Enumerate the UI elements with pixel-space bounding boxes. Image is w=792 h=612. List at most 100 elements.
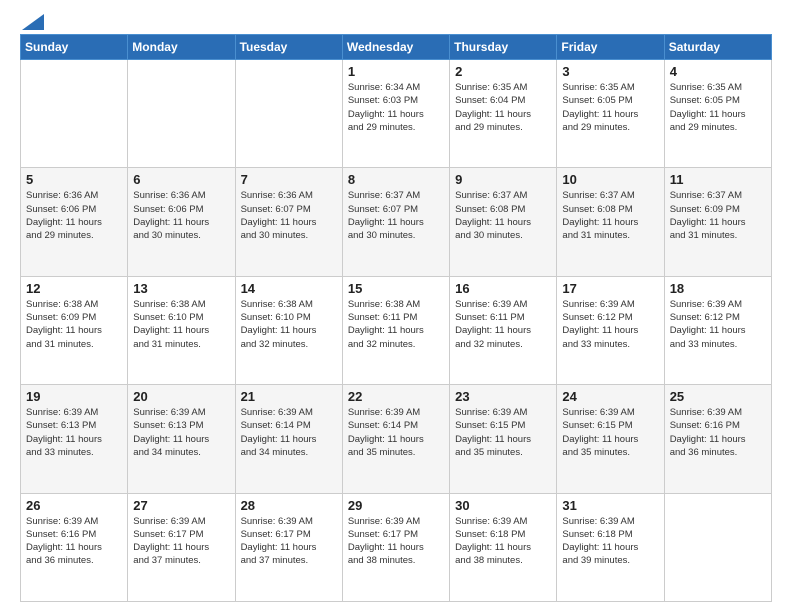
- day-cell: 30Sunrise: 6:39 AM Sunset: 6:18 PM Dayli…: [450, 493, 557, 601]
- day-info: Sunrise: 6:39 AM Sunset: 6:14 PM Dayligh…: [241, 406, 337, 459]
- weekday-header-sunday: Sunday: [21, 35, 128, 60]
- day-info: Sunrise: 6:38 AM Sunset: 6:11 PM Dayligh…: [348, 298, 444, 351]
- day-cell: [664, 493, 771, 601]
- day-cell: 17 Sunrise: 6:39 AM Sunset: 6:12 PM Dayli…: [557, 276, 664, 384]
- day-cell: 15 Sunrise: 6:38 AM Sunset: 6:11 PM Dayli…: [342, 276, 449, 384]
- day-info: Sunrise: 6:37 AM Sunset: 6:08 PM Dayligh…: [455, 189, 551, 242]
- day-cell: 23 Sunrise: 6:39 AM Sunset: 6:15 PM Dayli…: [450, 385, 557, 493]
- day-info: Sunrise: 6:37 AM Sunset: 6:07 PM Dayligh…: [348, 189, 444, 242]
- day-number: 25: [670, 389, 766, 404]
- week-row-4: 26 Sunrise: 6:39 AM Sunset: 6:16 PM Dayli…: [21, 493, 772, 601]
- day-number: 26: [26, 498, 122, 513]
- day-number: 13: [133, 281, 229, 296]
- day-cell: 1 Sunrise: 6:34 AM Sunset: 6:03 PM Daylig…: [342, 60, 449, 168]
- day-info: Sunrise: 6:35 AM Sunset: 6:05 PM Dayligh…: [670, 81, 766, 134]
- day-cell: 8Sunrise: 6:37 AM Sunset: 6:07 PM Daylig…: [342, 168, 449, 276]
- day-number: 23: [455, 389, 551, 404]
- day-cell: 16 Sunrise: 6:39 AM Sunset: 6:11 PM Dayli…: [450, 276, 557, 384]
- week-row-1: 5 Sunrise: 6:36 AM Sunset: 6:06 PM Daylig…: [21, 168, 772, 276]
- day-number: 28: [241, 498, 337, 513]
- weekday-header-wednesday: Wednesday: [342, 35, 449, 60]
- weekday-header-row: SundayMondayTuesdayWednesdayThursdayFrid…: [21, 35, 772, 60]
- day-info: Sunrise: 6:39 AM Sunset: 6:16 PM Dayligh…: [670, 406, 766, 459]
- day-cell: 28 Sunrise: 6:39 AM Sunset: 6:17 PM Dayli…: [235, 493, 342, 601]
- day-info: Sunrise: 6:39 AM Sunset: 6:16 PM Dayligh…: [26, 515, 122, 568]
- day-number: 16: [455, 281, 551, 296]
- week-row-2: 12 Sunrise: 6:38 AM Sunset: 6:09 PM Dayli…: [21, 276, 772, 384]
- day-number: 14: [241, 281, 337, 296]
- day-info: Sunrise: 6:39 AM Sunset: 6:15 PM Dayligh…: [455, 406, 551, 459]
- header: [20, 16, 772, 26]
- day-cell: 24 Sunrise: 6:39 AM Sunset: 6:15 PM Dayli…: [557, 385, 664, 493]
- day-cell: 14 Sunrise: 6:38 AM Sunset: 6:10 PM Dayli…: [235, 276, 342, 384]
- day-number: 24: [562, 389, 658, 404]
- day-info: Sunrise: 6:39 AM Sunset: 6:13 PM Dayligh…: [26, 406, 122, 459]
- day-number: 9: [455, 172, 551, 187]
- day-cell: 6 Sunrise: 6:36 AM Sunset: 6:06 PM Daylig…: [128, 168, 235, 276]
- day-info: Sunrise: 6:37 AM Sunset: 6:09 PM Dayligh…: [670, 189, 766, 242]
- day-cell: 7Sunrise: 6:36 AM Sunset: 6:07 PM Daylig…: [235, 168, 342, 276]
- day-info: Sunrise: 6:38 AM Sunset: 6:09 PM Dayligh…: [26, 298, 122, 351]
- day-number: 20: [133, 389, 229, 404]
- calendar: SundayMondayTuesdayWednesdayThursdayFrid…: [20, 34, 772, 602]
- day-info: Sunrise: 6:37 AM Sunset: 6:08 PM Dayligh…: [562, 189, 658, 242]
- day-cell: 9 Sunrise: 6:37 AM Sunset: 6:08 PM Daylig…: [450, 168, 557, 276]
- day-cell: [128, 60, 235, 168]
- day-info: Sunrise: 6:34 AM Sunset: 6:03 PM Dayligh…: [348, 81, 444, 134]
- day-info: Sunrise: 6:35 AM Sunset: 6:05 PM Dayligh…: [562, 81, 658, 134]
- day-info: Sunrise: 6:39 AM Sunset: 6:14 PM Dayligh…: [348, 406, 444, 459]
- day-cell: [235, 60, 342, 168]
- day-info: Sunrise: 6:36 AM Sunset: 6:06 PM Dayligh…: [26, 189, 122, 242]
- week-row-3: 19 Sunrise: 6:39 AM Sunset: 6:13 PM Dayli…: [21, 385, 772, 493]
- day-number: 17: [562, 281, 658, 296]
- day-cell: 31Sunrise: 6:39 AM Sunset: 6:18 PM Dayli…: [557, 493, 664, 601]
- day-info: Sunrise: 6:39 AM Sunset: 6:13 PM Dayligh…: [133, 406, 229, 459]
- day-cell: 10Sunrise: 6:37 AM Sunset: 6:08 PM Dayli…: [557, 168, 664, 276]
- weekday-header-saturday: Saturday: [664, 35, 771, 60]
- day-cell: 5 Sunrise: 6:36 AM Sunset: 6:06 PM Daylig…: [21, 168, 128, 276]
- day-cell: 4Sunrise: 6:35 AM Sunset: 6:05 PM Daylig…: [664, 60, 771, 168]
- day-cell: 12 Sunrise: 6:38 AM Sunset: 6:09 PM Dayli…: [21, 276, 128, 384]
- weekday-header-friday: Friday: [557, 35, 664, 60]
- day-cell: 21 Sunrise: 6:39 AM Sunset: 6:14 PM Dayli…: [235, 385, 342, 493]
- day-info: Sunrise: 6:39 AM Sunset: 6:15 PM Dayligh…: [562, 406, 658, 459]
- logo: [20, 16, 44, 26]
- day-info: Sunrise: 6:39 AM Sunset: 6:12 PM Dayligh…: [670, 298, 766, 351]
- week-row-0: 1 Sunrise: 6:34 AM Sunset: 6:03 PM Daylig…: [21, 60, 772, 168]
- weekday-header-monday: Monday: [128, 35, 235, 60]
- day-cell: 2Sunrise: 6:35 AM Sunset: 6:04 PM Daylig…: [450, 60, 557, 168]
- page: SundayMondayTuesdayWednesdayThursdayFrid…: [0, 0, 792, 612]
- day-cell: 26 Sunrise: 6:39 AM Sunset: 6:16 PM Dayli…: [21, 493, 128, 601]
- day-info: Sunrise: 6:39 AM Sunset: 6:17 PM Dayligh…: [348, 515, 444, 568]
- day-number: 31: [562, 498, 658, 513]
- weekday-header-tuesday: Tuesday: [235, 35, 342, 60]
- day-info: Sunrise: 6:39 AM Sunset: 6:12 PM Dayligh…: [562, 298, 658, 351]
- day-info: Sunrise: 6:38 AM Sunset: 6:10 PM Dayligh…: [241, 298, 337, 351]
- day-number: 30: [455, 498, 551, 513]
- day-number: 18: [670, 281, 766, 296]
- day-cell: 18 Sunrise: 6:39 AM Sunset: 6:12 PM Dayli…: [664, 276, 771, 384]
- day-number: 19: [26, 389, 122, 404]
- day-number: 2: [455, 64, 551, 79]
- day-cell: 11 Sunrise: 6:37 AM Sunset: 6:09 PM Dayli…: [664, 168, 771, 276]
- day-cell: [21, 60, 128, 168]
- day-number: 6: [133, 172, 229, 187]
- day-info: Sunrise: 6:36 AM Sunset: 6:06 PM Dayligh…: [133, 189, 229, 242]
- day-info: Sunrise: 6:39 AM Sunset: 6:11 PM Dayligh…: [455, 298, 551, 351]
- day-cell: 3 Sunrise: 6:35 AM Sunset: 6:05 PM Daylig…: [557, 60, 664, 168]
- day-number: 21: [241, 389, 337, 404]
- day-number: 3: [562, 64, 658, 79]
- logo-icon: [22, 14, 44, 30]
- day-number: 15: [348, 281, 444, 296]
- day-cell: 27Sunrise: 6:39 AM Sunset: 6:17 PM Dayli…: [128, 493, 235, 601]
- day-number: 11: [670, 172, 766, 187]
- day-number: 5: [26, 172, 122, 187]
- day-cell: 19 Sunrise: 6:39 AM Sunset: 6:13 PM Dayli…: [21, 385, 128, 493]
- day-number: 12: [26, 281, 122, 296]
- day-number: 29: [348, 498, 444, 513]
- day-cell: 22 Sunrise: 6:39 AM Sunset: 6:14 PM Dayli…: [342, 385, 449, 493]
- day-number: 22: [348, 389, 444, 404]
- day-info: Sunrise: 6:39 AM Sunset: 6:17 PM Dayligh…: [241, 515, 337, 568]
- day-cell: 25 Sunrise: 6:39 AM Sunset: 6:16 PM Dayli…: [664, 385, 771, 493]
- day-number: 1: [348, 64, 444, 79]
